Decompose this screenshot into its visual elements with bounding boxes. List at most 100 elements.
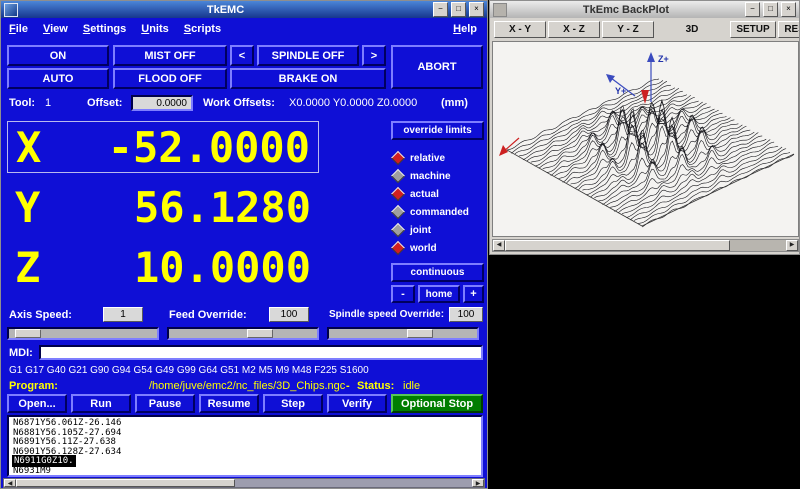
dro-y-value: 56.1280 — [134, 183, 311, 232]
mist-button[interactable]: MIST OFF — [113, 45, 227, 66]
minimize-icon[interactable]: − — [433, 2, 448, 17]
setup-button[interactable]: SETUP — [730, 21, 776, 38]
backplot-hscrollbar[interactable]: ◀ ▶ — [492, 239, 799, 252]
code-line-active: N6911G0Z10. — [13, 457, 477, 467]
verify-button[interactable]: Verify — [327, 394, 387, 413]
jog-plus-button[interactable]: + — [463, 285, 484, 303]
base-edge — [642, 154, 794, 226]
svg-text:Z+: Z+ — [658, 54, 669, 64]
slider-thumb[interactable] — [247, 329, 273, 338]
menu-scripts[interactable]: Scripts — [184, 23, 221, 35]
open-button[interactable]: Open... — [7, 394, 67, 413]
menu-help[interactable]: Help — [453, 23, 477, 35]
gcode-listing[interactable]: N6871Y56.061Z-26.146 N6881Y56.105Z-27.69… — [7, 415, 483, 477]
dro-axis-x[interactable]: X -52.0000 — [7, 121, 319, 173]
scrollbar-thumb[interactable] — [505, 240, 730, 251]
maximize-icon[interactable]: □ — [451, 2, 466, 17]
resume-button[interactable]: Resume — [199, 394, 259, 413]
window-icon — [4, 3, 18, 17]
dro-y-label: Y — [15, 183, 40, 232]
reset-button[interactable]: RESET — [778, 21, 800, 38]
radio-world[interactable]: world — [393, 240, 437, 256]
tkemc-titlebar[interactable]: TkEMC − □ × — [1, 1, 487, 18]
scroll-right-icon[interactable]: ▶ — [472, 479, 484, 487]
scroll-left-icon[interactable]: ◀ — [493, 240, 505, 251]
mode-auto-button[interactable]: AUTO — [7, 68, 109, 89]
abort-button[interactable]: ABORT — [391, 45, 483, 89]
work-offsets-label: Work Offsets: — [203, 97, 275, 109]
spindle-override-slider[interactable] — [327, 327, 479, 340]
jog-mode-button[interactable]: continuous — [391, 263, 484, 282]
scroll-right-icon[interactable]: ▶ — [786, 240, 798, 251]
backplot-3d-plot: Z+ Y+ — [493, 42, 798, 236]
dro-axis-y[interactable]: Y 56.1280 — [7, 181, 319, 233]
status-value: idle — [403, 380, 420, 392]
dro-x-label: X — [16, 123, 41, 172]
radio-indicator-icon — [391, 151, 405, 165]
maximize-icon[interactable]: □ — [763, 2, 778, 17]
menu-units[interactable]: Units — [141, 23, 169, 35]
svg-text:Y+: Y+ — [615, 86, 626, 96]
code-line: N6931M9 — [13, 467, 477, 477]
radio-actual[interactable]: actual — [393, 186, 439, 202]
tab-yz[interactable]: Y - Z — [602, 21, 654, 38]
menubar: File View Settings Units Scripts Help — [1, 18, 487, 39]
axis-speed-value: 1 — [103, 307, 143, 322]
slider-thumb[interactable] — [15, 329, 41, 338]
close-icon[interactable]: × — [781, 2, 796, 17]
status-label: Status: — [357, 380, 394, 392]
units-label: (mm) — [441, 97, 468, 109]
home-button[interactable]: home — [418, 285, 460, 303]
active-gcodes: G1 G17 G40 G21 G90 G94 G54 G49 G99 G64 G… — [9, 365, 369, 376]
menu-view[interactable]: View — [43, 23, 68, 35]
optional-stop-button[interactable]: Optional Stop — [391, 394, 483, 413]
radio-indicator-icon — [391, 205, 405, 219]
dro-z-value: 10.0000 — [134, 243, 311, 292]
feed-override-label: Feed Override: — [169, 309, 247, 321]
override-limits-button[interactable]: override limits — [391, 121, 484, 140]
machine-on-button[interactable]: ON — [7, 45, 109, 66]
axis-speed-slider[interactable] — [7, 327, 159, 340]
action-button-row: Open... Run Pause Resume Step Verify Opt… — [7, 394, 483, 413]
radio-indicator-icon — [391, 187, 405, 201]
tab-xy[interactable]: X - Y — [494, 21, 546, 38]
pause-button[interactable]: Pause — [135, 394, 195, 413]
mdi-input[interactable] — [39, 345, 483, 360]
window-icon — [493, 3, 507, 17]
window-title: TkEmc BackPlot — [510, 4, 742, 16]
scroll-left-icon[interactable]: ◀ — [4, 479, 16, 487]
menu-settings[interactable]: Settings — [83, 23, 126, 35]
radio-machine[interactable]: machine — [393, 168, 451, 184]
backplot-canvas-area[interactable]: Z+ Y+ — [492, 41, 799, 237]
feed-override-slider[interactable] — [167, 327, 319, 340]
spindle-increase-button[interactable]: > — [362, 45, 386, 66]
flood-button[interactable]: FLOOD OFF — [113, 68, 227, 89]
radio-relative[interactable]: relative — [393, 150, 445, 166]
radio-joint[interactable]: joint — [393, 222, 431, 238]
jog-minus-button[interactable]: - — [391, 285, 415, 303]
spindle-button[interactable]: SPINDLE OFF — [257, 45, 359, 66]
slider-thumb[interactable] — [407, 329, 433, 338]
scrollbar-thumb[interactable] — [16, 479, 235, 487]
brake-button[interactable]: BRAKE ON — [230, 68, 386, 89]
spindle-decrease-button[interactable]: < — [230, 45, 254, 66]
backplot-titlebar[interactable]: TkEmc BackPlot − □ × — [490, 1, 799, 18]
tool-number: 1 — [45, 97, 51, 109]
base-edge — [507, 150, 642, 226]
scrollbar-track[interactable] — [16, 479, 472, 487]
listing-hscrollbar[interactable]: ◀ ▶ — [3, 478, 485, 488]
scrollbar-track[interactable] — [505, 240, 786, 251]
backplot-window: TkEmc BackPlot − □ × X - Y X - Z Y - Z 3… — [489, 0, 800, 255]
spindle-override-value: 100 — [449, 307, 483, 322]
close-icon[interactable]: × — [469, 2, 484, 17]
radio-indicator-icon — [391, 169, 405, 183]
dro-axis-z[interactable]: Z 10.0000 — [7, 241, 319, 293]
tab-3d[interactable]: 3D — [656, 21, 728, 38]
step-button[interactable]: Step — [263, 394, 323, 413]
minimize-icon[interactable]: − — [745, 2, 760, 17]
radio-commanded[interactable]: commanded — [393, 204, 469, 220]
tab-xz[interactable]: X - Z — [548, 21, 600, 38]
menu-file[interactable]: File — [9, 23, 28, 35]
run-button[interactable]: Run — [71, 394, 131, 413]
tool-offset-entry[interactable]: 0.0000 — [131, 95, 193, 111]
